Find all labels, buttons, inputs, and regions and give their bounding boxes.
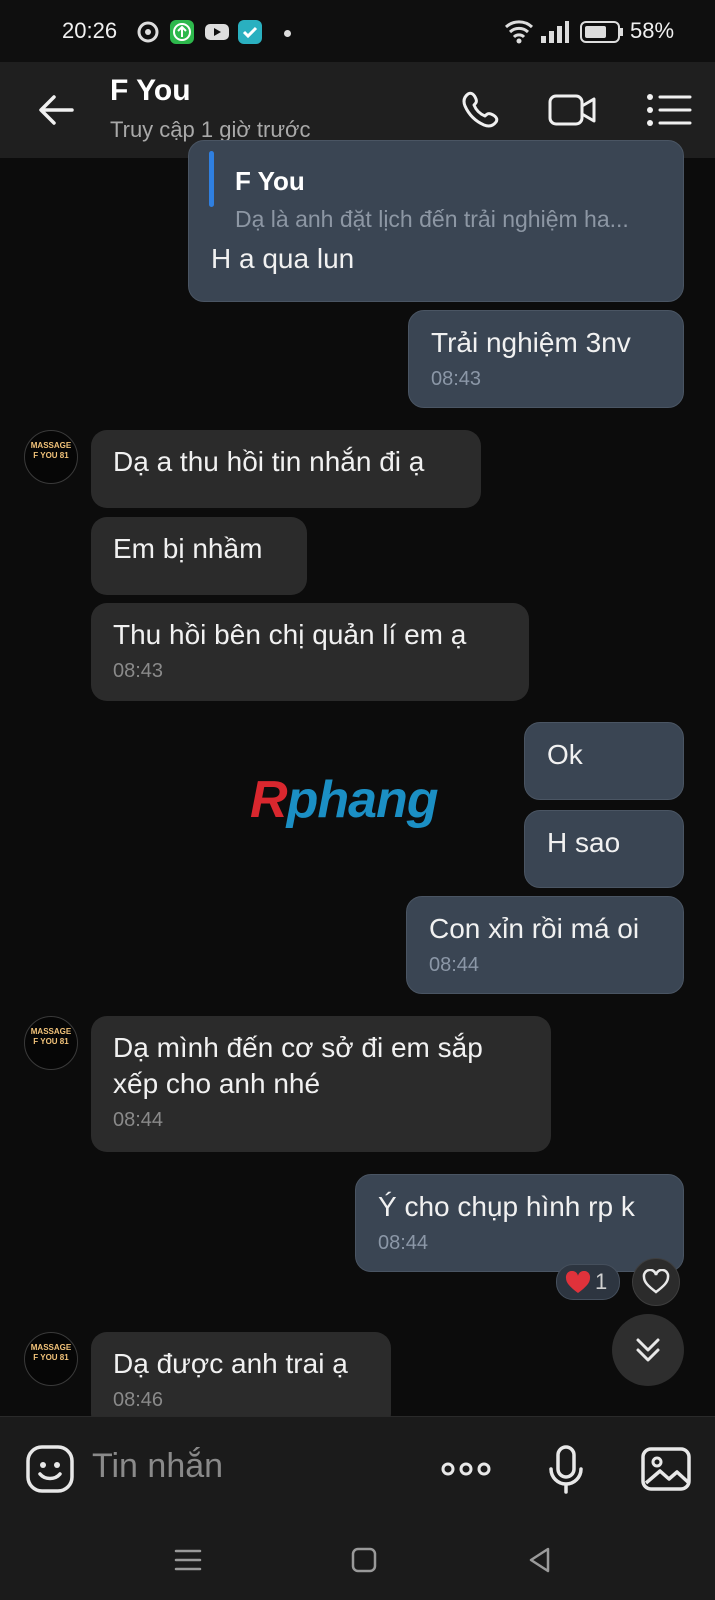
message-bubble-outgoing[interactable]: Ok [524,722,684,800]
message-bubble-outgoing[interactable]: Ý cho chụp hình rp k 08:44 [355,1174,684,1272]
system-back-icon[interactable] [522,1542,558,1578]
more-options-icon[interactable] [438,1441,494,1497]
more-notifications-dot [284,30,291,37]
video-call-icon[interactable] [542,80,602,140]
youtube-icon [204,20,229,44]
system-navigation-bar [0,1520,715,1600]
message-bubble-outgoing[interactable]: Trải nghiệm 3nv 08:43 [408,310,684,408]
home-icon[interactable] [346,1542,382,1578]
double-chevron-down-icon [632,1334,664,1371]
reply-quote-bar [209,151,214,207]
message-text: Dạ được anh trai ạ [113,1348,348,1379]
message-text: Ok [547,739,583,770]
message-bubble-incoming[interactable]: Em bị nhầm [91,517,307,595]
microphone-icon[interactable] [538,1441,594,1497]
reaction-count: 1 [595,1269,608,1294]
message-time: 08:44 [113,1109,164,1131]
watermark-logo: Rphang [250,771,439,829]
battery-icon [580,20,624,49]
message-text: Dạ mình đến cơ sở đi em sắp xếp cho anh … [113,1032,483,1099]
contact-name[interactable]: F You [110,74,191,108]
upload-icon [170,20,194,44]
message-bubble-incoming[interactable]: Dạ a thu hồi tin nhắn đi ạ [91,430,481,508]
message-time: 08:44 [378,1232,429,1254]
message-text: Dạ a thu hồi tin nhắn đi ạ [113,446,425,477]
image-gallery-icon[interactable] [638,1441,694,1497]
message-time: 08:43 [113,660,164,682]
status-bar: 20:26 58% [0,0,715,62]
message-bubble-outgoing[interactable]: H sao [524,810,684,888]
react-button[interactable] [632,1258,680,1306]
phone-icon[interactable] [450,80,510,140]
app-check-icon [238,20,262,44]
avatar[interactable]: MASSAGE F YOU 81 [24,1332,78,1386]
avatar[interactable]: MASSAGE F YOU 81 [24,1016,78,1070]
message-text: H sao [547,827,621,858]
menu-list-icon[interactable] [640,80,700,140]
heart-reaction-icon [565,1270,591,1300]
message-text: Thu hồi bên chị quản lí em ạ [113,619,467,650]
scroll-to-bottom-button[interactable] [612,1314,684,1386]
message-bubble-incoming[interactable]: Dạ mình đến cơ sở đi em sắp xếp cho anh … [91,1016,551,1152]
back-arrow-icon[interactable] [28,80,88,140]
avatar[interactable]: MASSAGE F YOU 81 [24,430,78,484]
reply-quote-text: Dạ là anh đặt lịch đến trải nghiệm ha... [235,206,629,232]
signal-icon [540,20,570,49]
message-text: H a qua lun [211,243,355,274]
message-time: 08:43 [431,368,482,390]
message-input[interactable]: Tin nhắn [92,1447,223,1486]
message-text: Con xỉn rồi má oi [429,913,640,944]
message-text: Em bị nhầm [113,533,263,564]
battery-percent: 58% [630,18,675,43]
message-time: 08:46 [113,1389,164,1411]
emoji-sticker-icon[interactable] [22,1441,78,1497]
status-time: 20:26 [62,18,118,43]
wifi-icon [504,18,534,49]
message-text: Ý cho chụp hình rp k [378,1191,635,1222]
recent-apps-icon[interactable] [170,1542,206,1578]
message-time: 08:44 [429,954,480,976]
reply-quote-name: F You [235,166,305,196]
message-bubble-incoming[interactable]: Thu hồi bên chị quản lí em ạ 08:43 [91,603,529,701]
message-input-bar: Tin nhắn [0,1416,715,1521]
message-text: Trải nghiệm 3nv [431,327,631,358]
location-icon [136,20,160,44]
message-bubble-outgoing[interactable]: Con xỉn rồi má oi 08:44 [406,896,684,994]
message-bubble-outgoing[interactable]: F You Dạ là anh đặt lịch đến trải nghiệm… [188,140,684,302]
reaction-badge[interactable]: 1 [556,1264,620,1300]
heart-outline-icon [642,1268,670,1300]
